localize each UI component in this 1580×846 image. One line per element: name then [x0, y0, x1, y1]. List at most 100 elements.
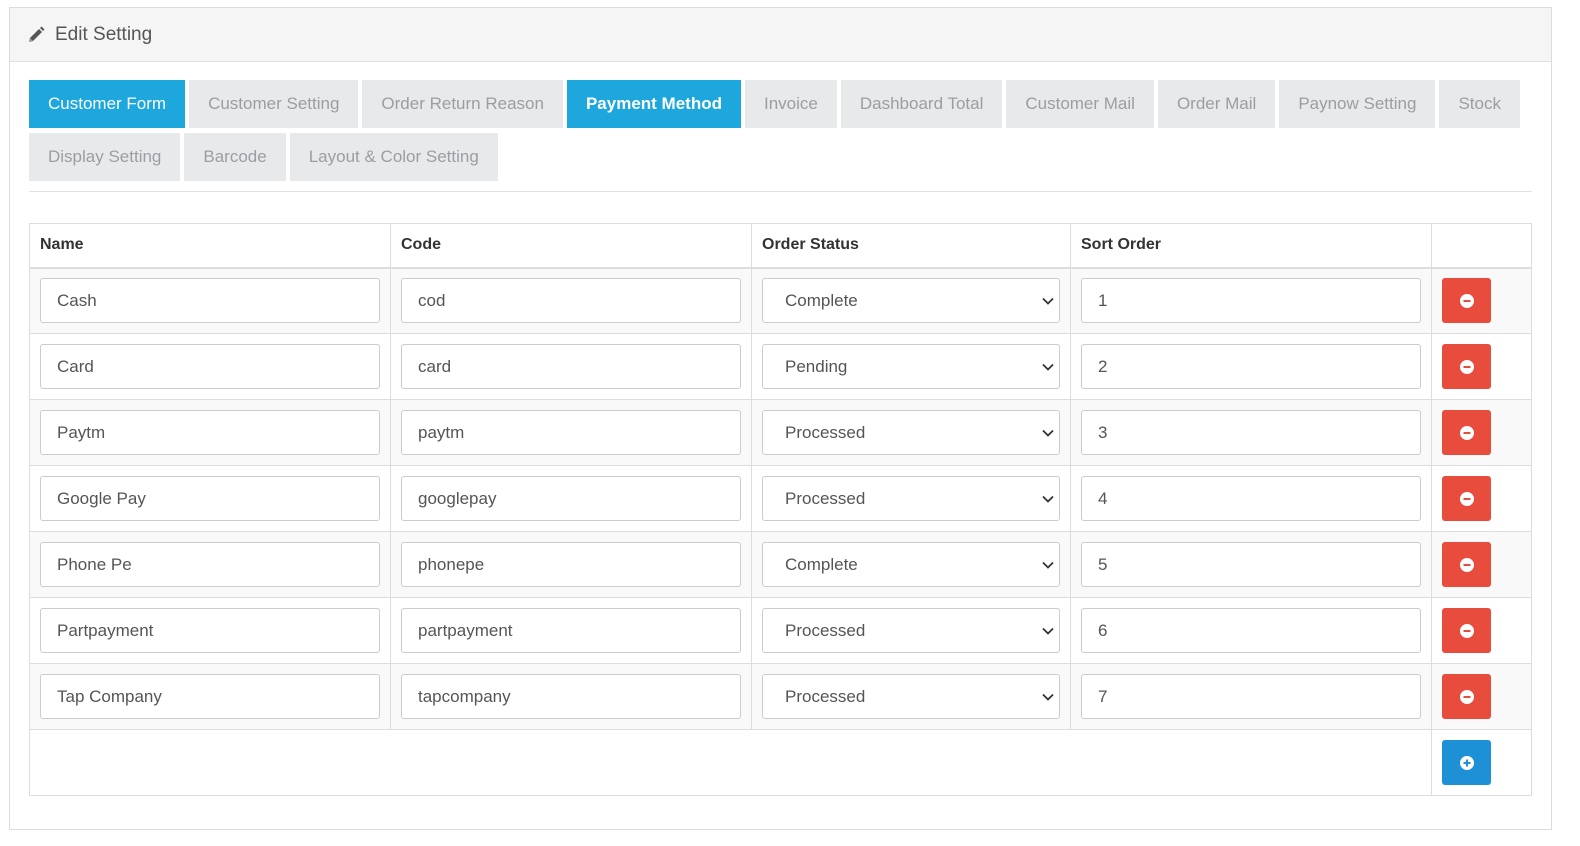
order-status-select[interactable]: Processed	[762, 608, 1060, 653]
sort-order-input[interactable]	[1081, 410, 1421, 455]
tab-customer-setting[interactable]: Customer Setting	[189, 80, 359, 128]
payment-name-input[interactable]	[40, 278, 380, 324]
tab-payment-method[interactable]: Payment Method	[566, 80, 741, 128]
payment-code-input[interactable]	[401, 344, 741, 389]
tab-invoice[interactable]: Invoice	[744, 80, 837, 128]
sort-cell	[1070, 597, 1432, 664]
remove-row-button[interactable]	[1442, 674, 1491, 719]
remove-row-button[interactable]	[1442, 344, 1491, 389]
table-row: Processed	[29, 399, 1532, 466]
order-status-value: Processed	[762, 410, 1060, 455]
order-status-select[interactable]: Complete	[762, 542, 1060, 587]
name-cell	[29, 333, 391, 400]
remove-row-button[interactable]	[1442, 410, 1491, 455]
column-header-code: Code	[390, 223, 752, 269]
order-status-select[interactable]: Processed	[762, 410, 1060, 455]
code-cell	[390, 465, 752, 532]
sort-cell	[1070, 663, 1432, 730]
payment-name-input[interactable]	[40, 542, 380, 587]
sort-order-input[interactable]	[1081, 344, 1421, 389]
table-row: Processed	[29, 663, 1532, 730]
tab-paynow-setting[interactable]: Paynow Setting	[1279, 80, 1436, 128]
pencil-icon	[29, 26, 45, 42]
sort-order-input[interactable]	[1081, 476, 1421, 521]
tab-order-return-reason[interactable]: Order Return Reason	[362, 80, 563, 128]
payment-code-input[interactable]	[401, 542, 741, 587]
status-cell: Processed	[751, 597, 1071, 664]
code-cell	[390, 663, 752, 730]
remove-row-button[interactable]	[1442, 542, 1491, 587]
minus-circle-icon	[1459, 359, 1474, 374]
payment-name-input[interactable]	[40, 410, 380, 455]
action-cell	[1431, 597, 1532, 664]
column-header-name: Name	[29, 223, 391, 269]
order-status-value: Complete	[762, 542, 1060, 587]
chevron-down-icon	[1042, 363, 1054, 371]
action-cell	[1431, 267, 1532, 334]
minus-circle-icon	[1459, 689, 1474, 704]
payment-code-input[interactable]	[401, 608, 741, 653]
table-row: Complete	[29, 531, 1532, 598]
tab-customer-form[interactable]: Customer Form	[29, 80, 186, 128]
sort-cell	[1070, 267, 1432, 334]
payment-name-input[interactable]	[40, 674, 380, 719]
chevron-down-icon	[1042, 495, 1054, 503]
sort-order-input[interactable]	[1081, 542, 1421, 587]
table-header-row: Name Code Order Status Sort Order	[29, 223, 1532, 269]
tab-stock[interactable]: Stock	[1439, 80, 1520, 128]
name-cell	[29, 531, 391, 598]
payment-name-input[interactable]	[40, 476, 380, 521]
order-status-select[interactable]: Processed	[762, 674, 1060, 719]
order-status-value: Processed	[762, 476, 1060, 521]
tab-barcode[interactable]: Barcode	[184, 133, 286, 181]
tab-dashboard-total[interactable]: Dashboard Total	[840, 80, 1003, 128]
tab-layout-color-setting[interactable]: Layout & Color Setting	[289, 133, 498, 181]
status-cell: Processed	[751, 465, 1071, 532]
tab-customer-mail[interactable]: Customer Mail	[1006, 80, 1154, 128]
order-status-value: Complete	[762, 278, 1060, 324]
remove-row-button[interactable]	[1442, 608, 1491, 653]
table-row: Pending	[29, 333, 1532, 400]
add-payment-method-button[interactable]	[1442, 740, 1491, 785]
sort-order-input[interactable]	[1081, 674, 1421, 719]
payment-code-input[interactable]	[401, 476, 741, 521]
minus-circle-icon	[1459, 557, 1474, 572]
minus-circle-icon	[1459, 623, 1474, 638]
order-status-value: Pending	[762, 344, 1060, 389]
order-status-value: Processed	[762, 674, 1060, 719]
order-status-select[interactable]: Complete	[762, 278, 1060, 324]
sort-cell	[1070, 531, 1432, 598]
table-row: Processed	[29, 597, 1532, 664]
remove-row-button[interactable]	[1442, 476, 1491, 521]
status-cell: Processed	[751, 399, 1071, 466]
name-cell	[29, 663, 391, 730]
table-row: Processed	[29, 465, 1532, 532]
action-cell	[1431, 333, 1532, 400]
sort-order-input[interactable]	[1081, 608, 1421, 653]
chevron-down-icon	[1042, 561, 1054, 569]
payment-code-input[interactable]	[401, 410, 741, 455]
sort-order-input[interactable]	[1081, 278, 1421, 324]
payment-name-input[interactable]	[40, 608, 380, 653]
action-cell	[1431, 399, 1532, 466]
code-cell	[390, 597, 752, 664]
chevron-down-icon	[1042, 429, 1054, 437]
tab-order-mail[interactable]: Order Mail	[1157, 80, 1276, 128]
remove-row-button[interactable]	[1442, 278, 1491, 324]
order-status-select[interactable]: Processed	[762, 476, 1060, 521]
sort-cell	[1070, 399, 1432, 466]
tab-display-setting[interactable]: Display Setting	[29, 133, 181, 181]
code-cell	[390, 531, 752, 598]
payment-name-input[interactable]	[40, 344, 380, 389]
table-row: Complete	[29, 267, 1532, 334]
payment-code-input[interactable]	[401, 278, 741, 324]
minus-circle-icon	[1459, 425, 1474, 440]
action-cell	[1431, 531, 1532, 598]
table-footer-row	[29, 729, 1532, 796]
column-header-actions	[1431, 223, 1532, 269]
edit-setting-panel: Edit Setting Customer Form Customer Setti…	[9, 7, 1552, 830]
status-cell: Complete	[751, 267, 1071, 334]
payment-code-input[interactable]	[401, 674, 741, 719]
plus-circle-icon	[1459, 755, 1474, 770]
order-status-select[interactable]: Pending	[762, 344, 1060, 389]
